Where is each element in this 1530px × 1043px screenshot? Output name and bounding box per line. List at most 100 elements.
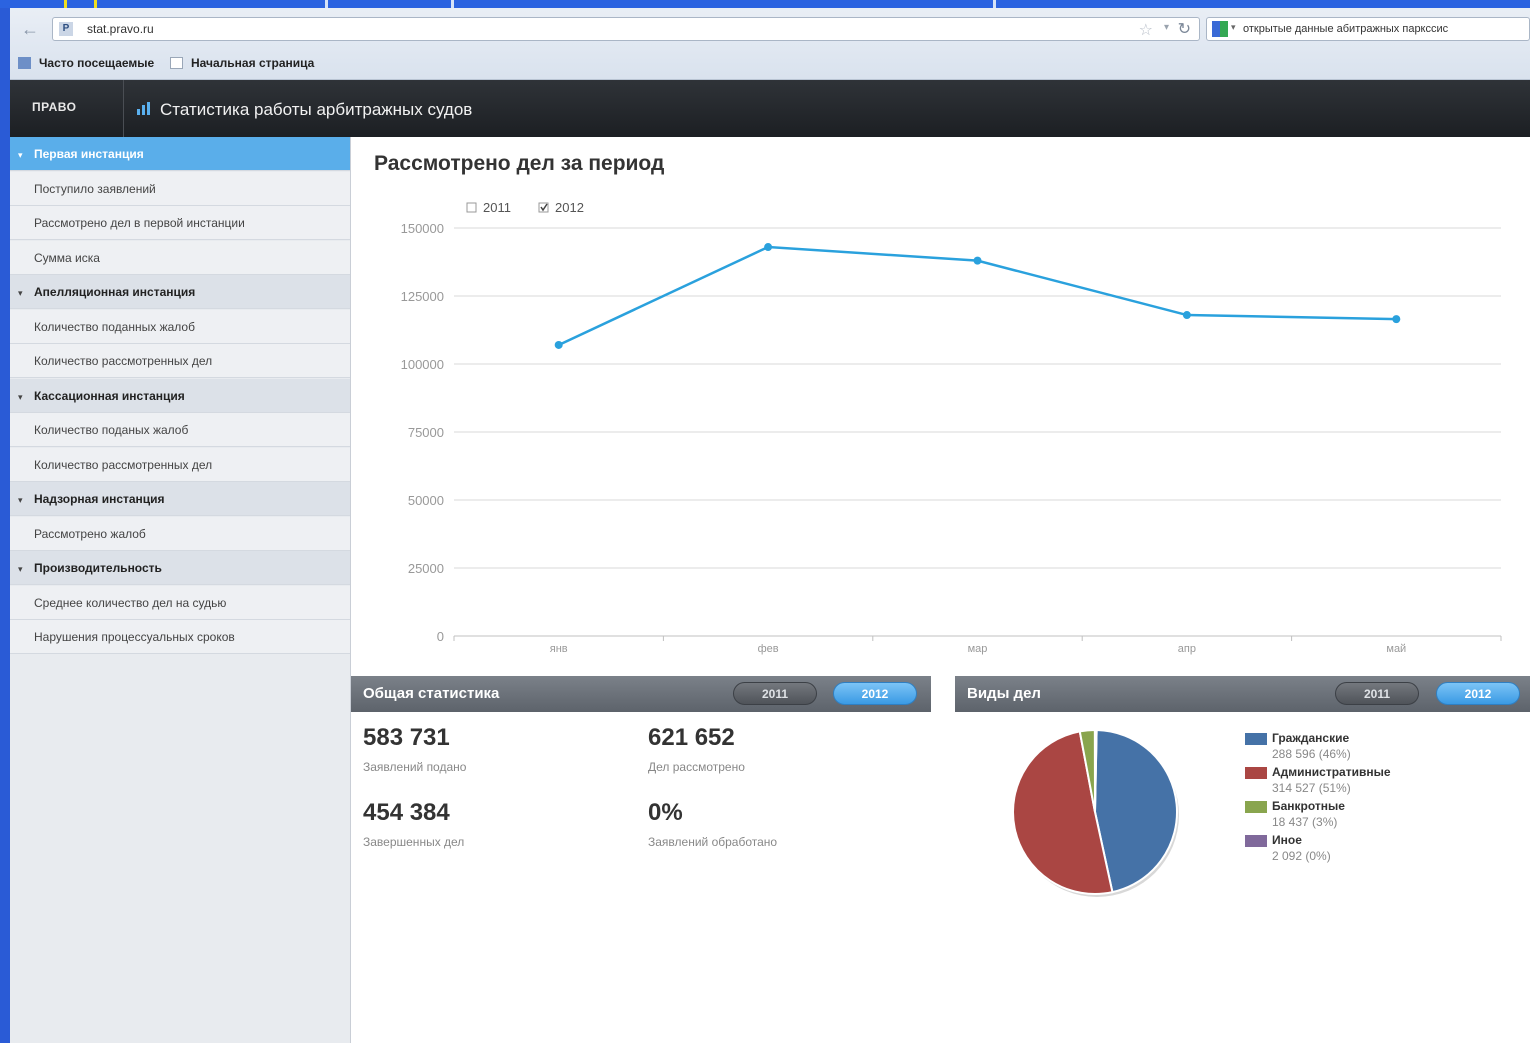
x-tick-label: мар (968, 643, 988, 655)
sidebar-item-label: Среднее количество дел на судью (34, 595, 227, 610)
main-content: Рассмотрено дел за период 0 25000 50000 750… (351, 137, 1530, 1043)
case-types-pie-chart (1012, 728, 1179, 897)
sidebar-item-label: Количество поданых жалоб (34, 423, 189, 437)
y-tick-label: 25000 (408, 561, 444, 576)
sidebar-item[interactable]: Поступило заявлений (10, 171, 350, 206)
stat-value: 0% (648, 799, 683, 826)
sidebar-item-label: Первая инстанция (34, 147, 144, 161)
data-point (764, 243, 773, 252)
legend-name[interactable]: Административные (1272, 765, 1391, 779)
sidebar-item-label: Апелляционная инстанция (34, 285, 196, 299)
top-stripe (0, 0, 1530, 8)
sidebar-item-label: Поступило заявлений (34, 181, 156, 196)
legend-value: 314 527 (51%) (1272, 781, 1351, 795)
data-point (973, 256, 982, 265)
reload-icon[interactable]: ↻ (1178, 19, 1191, 39)
sidebar-item[interactable]: Количество поданных жалоб (10, 309, 350, 344)
general-stats-header: Общая статистика 2011 2012 (351, 676, 931, 712)
logo-text: ПРАВО (32, 100, 77, 114)
browser-chrome: ← P stat.pravo.ru ☆ ▾ ↻ ▾ открытые данны… (10, 8, 1530, 80)
data-point (554, 340, 563, 349)
tab-separator (325, 0, 328, 8)
chart-title: Рассмотрено дел за период (374, 152, 665, 175)
bookmark-label: Часто посещаемые (39, 56, 155, 70)
sidebar-item[interactable]: Количество рассмотренных дел (10, 447, 350, 482)
sidebar-section-header[interactable]: ▾ Производительность (10, 551, 350, 585)
sidebar-item-label: Рассмотрено жалоб (34, 526, 146, 541)
bookmark-home-page[interactable]: Начальная страница (170, 56, 314, 70)
stat-label: Заявлений подано (363, 760, 467, 774)
search-input[interactable]: открытые данные абитражных паркссис (1243, 23, 1448, 35)
bookmark-folder-icon (18, 57, 31, 69)
back-button[interactable]: ← (18, 18, 42, 40)
stat-value: 454 384 (363, 799, 450, 826)
chevron-down-icon: ▾ (18, 150, 23, 160)
data-point (1392, 315, 1401, 324)
legend-label: 2012 (555, 200, 584, 215)
tab-marker (64, 0, 67, 8)
sidebar-section-header[interactable]: ▾ Кассационная инстанция (10, 378, 350, 413)
url-text: stat.pravo.ru (87, 22, 154, 36)
tab-marker (94, 0, 97, 8)
search-bar[interactable]: ▾ открытые данные абитражных паркссис (1206, 17, 1530, 41)
y-tick-label: 50000 (408, 493, 444, 508)
sidebar-section-header[interactable]: ▾ Апелляционная инстанция (10, 275, 350, 309)
sidebar-item[interactable]: Нарушения процессуальных сроков (10, 620, 350, 654)
legend-swatch (1245, 801, 1267, 813)
sidebar-item[interactable]: Сумма иска (10, 240, 350, 275)
sidebar-item[interactable]: Количество рассмотренных дел (10, 344, 350, 378)
case-types-year-2012-button[interactable]: 2012 (1436, 682, 1520, 705)
sidebar-item-label: Надзорная инстанция (34, 492, 165, 506)
legend-value: 18 437 (3%) (1272, 815, 1338, 829)
sidebar-section-header[interactable]: ▾ Первая инстанция (10, 137, 350, 171)
chevron-down-icon: ▾ (18, 495, 23, 505)
case-types-title: Виды дел (967, 685, 1041, 702)
sidebar-item[interactable]: Среднее количество дел на судью (10, 585, 350, 620)
y-tick-label: 150000 (401, 221, 444, 236)
case-types-header: Виды дел 2011 2012 (955, 676, 1530, 712)
url-bar[interactable]: P stat.pravo.ru ☆ ▾ ↻ (52, 17, 1200, 41)
legend-value: 2 092 (0%) (1272, 849, 1331, 863)
app-title: Статистика работы арбитражных судов (160, 100, 473, 119)
y-tick-label: 0 (437, 629, 444, 644)
nav-row: ← P stat.pravo.ru ☆ ▾ ↻ ▾ открытые данны… (10, 14, 1530, 44)
general-stats-year-2011-button[interactable]: 2011 (733, 682, 817, 705)
legend-checkbox (466, 202, 477, 213)
x-tick-label: фев (758, 643, 779, 655)
tab-separator (451, 0, 454, 8)
tab-separator (993, 0, 996, 8)
x-tick-label: май (1386, 643, 1406, 655)
sidebar-section-header[interactable]: ▾ Надзорная инстанция (10, 482, 350, 516)
legend-name[interactable]: Гражданские (1272, 731, 1349, 745)
legend-name[interactable]: Иное (1272, 833, 1302, 847)
bookmark-star-icon[interactable]: ☆ (1139, 20, 1153, 40)
data-point (1182, 311, 1191, 320)
bookmark-most-visited[interactable]: Часто посещаемые (18, 56, 154, 70)
sidebar-item-label: Нарушения процессуальных сроков (34, 630, 235, 644)
sidebar-item[interactable]: Рассмотрено жалоб (10, 516, 350, 551)
stat-label: Завершенных дел (363, 835, 465, 849)
site-favicon-icon: P (59, 22, 73, 36)
sidebar-item-label: Сумма иска (34, 250, 100, 265)
y-tick-label: 125000 (401, 289, 444, 304)
url-dropdown-icon[interactable]: ▾ (1164, 22, 1169, 33)
sidebar-item[interactable]: Рассмотрено дел в первой инстанции (10, 206, 350, 240)
legend-name[interactable]: Банкротные (1272, 799, 1345, 813)
sidebar-item[interactable]: Количество поданых жалоб (10, 413, 350, 447)
legend-swatch (1245, 767, 1267, 779)
stat-label: Заявлений обработано (648, 835, 778, 849)
y-tick-label: 75000 (408, 425, 444, 440)
sidebar-item-label: Рассмотрено дел в первой инстанции (34, 216, 245, 230)
logo[interactable]: ПРАВО (10, 80, 124, 137)
search-engine-dropdown-icon[interactable]: ▾ (1231, 22, 1236, 33)
bookmark-label: Начальная страница (191, 56, 315, 70)
legend-label: 2011 (483, 200, 511, 215)
general-stats-year-2012-button[interactable]: 2012 (833, 682, 917, 705)
stat-label: Дел рассмотрено (648, 760, 745, 774)
legend-swatch (1245, 835, 1267, 847)
search-engine-icon[interactable] (1212, 21, 1228, 37)
x-tick-label: янв (550, 643, 568, 655)
case-types-year-2011-button[interactable]: 2011 (1335, 682, 1419, 705)
statistics-icon (137, 102, 150, 115)
sidebar-item-label: Количество рассмотренных дел (34, 354, 213, 368)
